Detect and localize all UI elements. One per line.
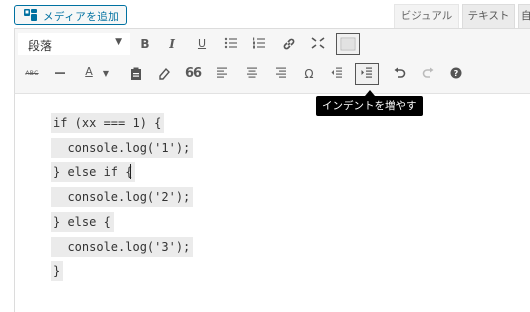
chevron-down-icon: ▼: [115, 37, 122, 47]
italic-button[interactable]: I: [162, 34, 182, 54]
align-left-button[interactable]: [212, 64, 232, 84]
numbered-list-icon: [253, 37, 265, 49]
link-button[interactable]: [279, 34, 299, 54]
redo-button[interactable]: [418, 64, 438, 84]
blockquote-button[interactable]: 66: [183, 64, 203, 84]
undo-button[interactable]: [389, 64, 409, 84]
align-left-icon: [217, 67, 227, 78]
outdent-button[interactable]: [327, 64, 347, 84]
indent-icon: [361, 67, 372, 78]
underline-button[interactable]: U: [192, 34, 212, 54]
bullet-list-icon: [224, 37, 237, 49]
svg-text:?: ?: [454, 69, 459, 78]
indent-button[interactable]: [355, 63, 379, 85]
code-line[interactable]: console.log('1');: [51, 138, 194, 158]
align-center-icon: [247, 67, 257, 78]
code-line[interactable]: } else {: [51, 212, 114, 232]
add-media-label: メディアを追加: [43, 11, 120, 23]
link-icon: [283, 38, 295, 50]
horizontal-line-icon: [55, 72, 65, 74]
indent-tooltip: インデントを増やす: [316, 96, 423, 116]
format-select[interactable]: 段落 ▼: [18, 33, 130, 55]
toolbar-toggle-button[interactable]: [336, 33, 360, 55]
tab-partial[interactable]: 自: [518, 4, 530, 28]
text-color-dropdown-icon[interactable]: ▼: [100, 64, 112, 84]
bullet-list-button[interactable]: [221, 34, 241, 54]
tab-text[interactable]: テキスト: [462, 4, 515, 28]
clipboard-icon: [131, 67, 141, 80]
code-line[interactable]: console.log('2');: [51, 187, 194, 207]
bold-button[interactable]: B: [135, 34, 155, 54]
special-character-button[interactable]: Ω: [299, 64, 319, 84]
numbered-list-button[interactable]: [249, 34, 269, 54]
outdent-icon: [331, 67, 342, 78]
redo-icon: [422, 67, 433, 78]
eraser-icon: [158, 67, 170, 80]
add-media-button[interactable]: メディアを追加: [14, 5, 127, 25]
help-button[interactable]: ?: [446, 64, 466, 84]
clear-formatting-button[interactable]: [154, 64, 174, 84]
strikethrough-button[interactable]: ABC: [22, 64, 42, 84]
format-select-value: 段落: [28, 39, 53, 53]
code-line[interactable]: }: [51, 261, 64, 281]
text-color-button[interactable]: A: [79, 62, 99, 84]
media-icon: [23, 8, 41, 22]
expand-icon: [311, 37, 325, 49]
horizontal-line-button[interactable]: [50, 64, 70, 84]
code-line[interactable]: if (xx === 1) {: [51, 113, 165, 133]
undo-icon: [394, 67, 405, 78]
text-caret: [130, 164, 131, 179]
code-line[interactable]: } else if {: [51, 162, 136, 182]
help-icon: ?: [450, 67, 462, 79]
align-right-icon: [276, 67, 286, 78]
align-center-button[interactable]: [242, 64, 262, 84]
code-line[interactable]: console.log('3');: [51, 237, 194, 257]
paste-text-button[interactable]: [126, 64, 146, 84]
align-right-button[interactable]: [271, 64, 291, 84]
tab-visual[interactable]: ビジュアル: [394, 4, 459, 28]
fullscreen-button[interactable]: [308, 34, 328, 54]
toolbar-toggle-icon: [340, 37, 356, 51]
